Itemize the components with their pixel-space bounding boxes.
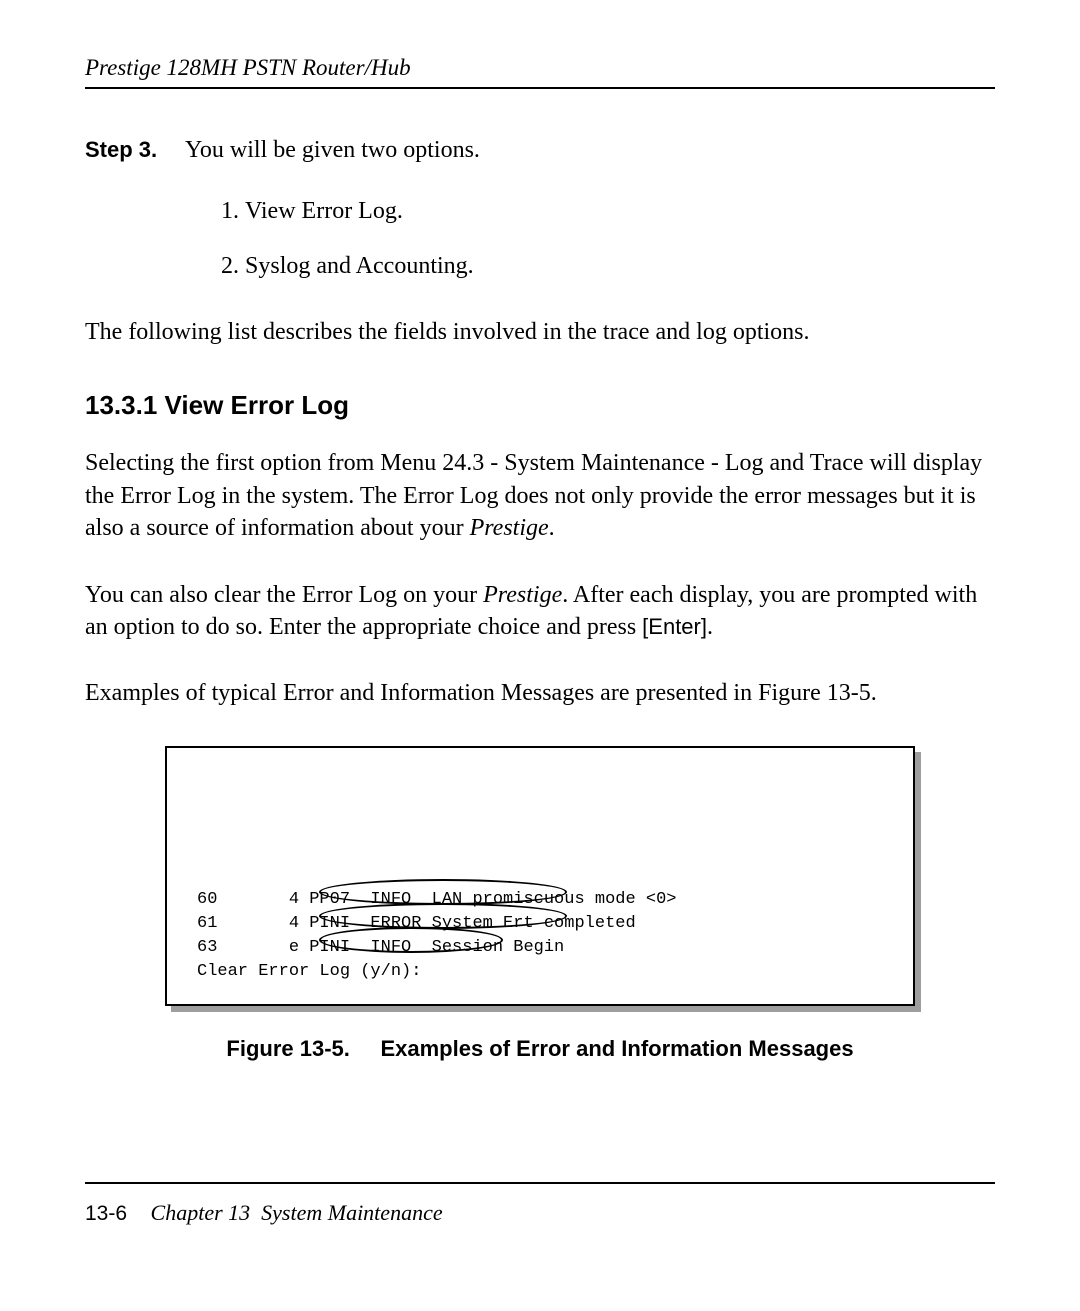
para1-b: . [549,515,555,541]
figure-caption: Figure 13-5. Examples of Error and Infor… [85,1036,995,1062]
figure-wrap: 60 4 PP07 INFO LAN promiscuous mode <0> … [165,746,915,1006]
para2-c: . [707,614,713,640]
intro-after-options: The following list describes the fields … [85,316,995,348]
chapter-prefix: Chapter 13 [151,1200,251,1225]
step-text: You will be given two options. [185,137,480,164]
para1-italic: Prestige [470,515,549,541]
section-heading: 13.3.1 View Error Log [85,390,995,421]
options-list: View Error Log. Syslog and Accounting. [85,198,995,280]
header-rule [85,87,995,89]
figure-caption-label: Figure 13-5. [226,1036,349,1061]
step-label: Step 3. [85,137,185,164]
para2-italic: Prestige [483,582,562,608]
paragraph-3: Examples of typical Error and Informatio… [85,677,995,709]
paragraph-2: You can also clear the Error Log on your… [85,579,995,644]
step-line: Step 3. You will be given two options. [85,137,995,164]
enter-key: [Enter] [642,614,707,639]
option-1: View Error Log. [245,198,995,225]
figure-caption-text: Examples of Error and Information Messag… [380,1036,853,1061]
chapter-title-text: System Maintenance [261,1200,442,1225]
running-header: Prestige 128MH PSTN Router/Hub [85,55,995,81]
figure-text: 60 4 PP07 INFO LAN promiscuous mode <0> … [197,888,676,984]
paragraph-1: Selecting the first option from Menu 24.… [85,447,995,544]
figure-box: 60 4 PP07 INFO LAN promiscuous mode <0> … [165,746,915,1006]
running-footer: 13-6 Chapter 13 System Maintenance [85,1200,995,1226]
page-number: 13-6 [85,1202,127,1225]
option-2: Syslog and Accounting. [245,253,995,280]
footer-rule [85,1182,995,1184]
para2-a: You can also clear the Error Log on your [85,582,483,608]
page: Prestige 128MH PSTN Router/Hub Step 3. Y… [0,0,1080,1311]
